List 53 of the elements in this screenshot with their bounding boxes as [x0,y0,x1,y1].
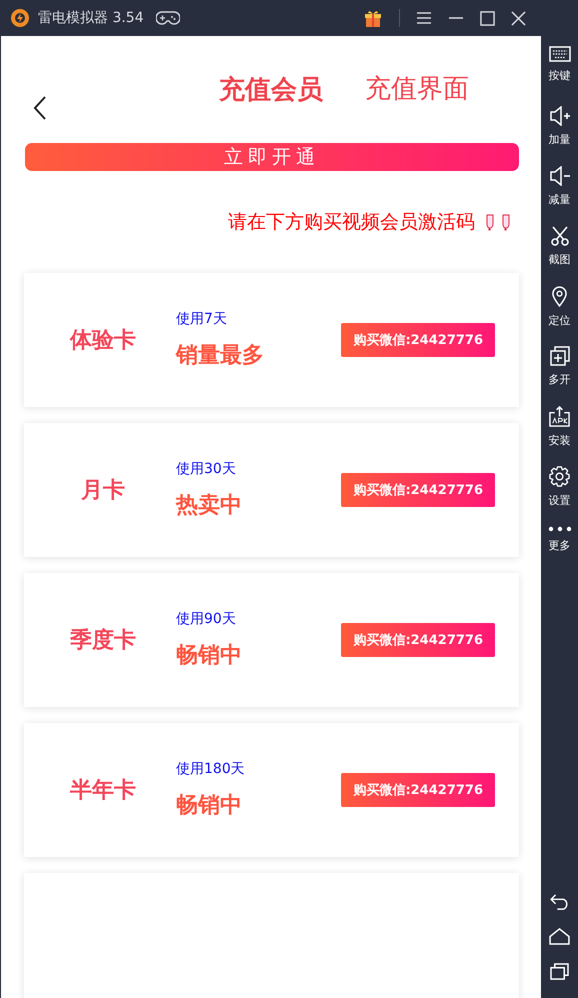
volume-down-icon [548,166,570,186]
open-button[interactable]: 立即开通 [25,143,519,171]
sidebar-label: 定位 [548,313,570,328]
sidebar-label: 更多 [548,538,570,553]
sidebar-label: 安装 [548,433,570,448]
plan-tag: 畅销中 [176,640,342,670]
sidebar-label: 加量 [548,132,570,147]
maximize-icon[interactable] [480,10,495,26]
plan-name: 月卡 [80,477,126,505]
sidebar-item[interactable]: 定位 [548,286,570,346]
plan-duration: 使用180天 [176,760,246,778]
plan-tag: 热卖中 [176,490,342,520]
sidebar-label: 截图 [548,252,570,267]
plan-duration: 使用7天 [176,310,228,328]
sidebar-item[interactable]: 设置 [548,466,570,526]
page-subtitle: 充值界面 [365,73,469,106]
install-package-icon [549,406,570,427]
sidebar-item[interactable]: 多开 [548,346,570,406]
gamepad-icon[interactable] [156,10,180,26]
sidebar-item[interactable]: 减量 [548,166,570,226]
volume-up-icon [548,106,570,126]
sidebar-label: 多开 [548,372,570,387]
settings-icon [549,466,570,487]
sidebar-label: 按键 [548,68,570,83]
keyboard-icon [548,46,570,62]
plan-name: 半年卡 [69,777,137,805]
plan-tag: 销量最多 [176,340,342,370]
home-icon[interactable] [549,928,570,945]
sidebar-item[interactable]: 截图 [548,226,570,286]
scissors-icon [550,226,570,246]
sidebar-label: 设置 [548,493,570,508]
sidebar-label: 减量 [548,192,570,207]
plan-tag: 畅销中 [176,790,342,820]
recent-apps-icon[interactable] [550,963,569,980]
back-icon[interactable] [550,894,570,910]
plan-name: 季度卡 [68,626,137,655]
plan-name: 体验卡 [68,327,137,355]
sidebar-item[interactable]: 更多 [548,526,572,586]
plan-duration: 使用90天 [176,610,237,628]
menu-icon[interactable] [416,11,432,25]
sidebar-item[interactable]: 按键 [548,46,570,106]
sidebar-item[interactable]: 加量 [548,106,570,166]
window-title: 雷电模拟器 3.54 [38,9,144,27]
multi-window-icon [550,346,570,366]
back-icon[interactable] [33,96,47,120]
close-icon[interactable] [511,10,526,26]
sidebar-item[interactable]: 安装 [548,406,570,466]
plan-duration: 使用30天 [176,460,237,478]
lightning-logo-icon [10,8,30,28]
page-title: 充值会员 [219,74,323,107]
location-pin-icon [552,286,567,307]
more-icon [548,526,572,532]
hint-text: 请在下方购买视频会员激活码 [228,210,475,235]
